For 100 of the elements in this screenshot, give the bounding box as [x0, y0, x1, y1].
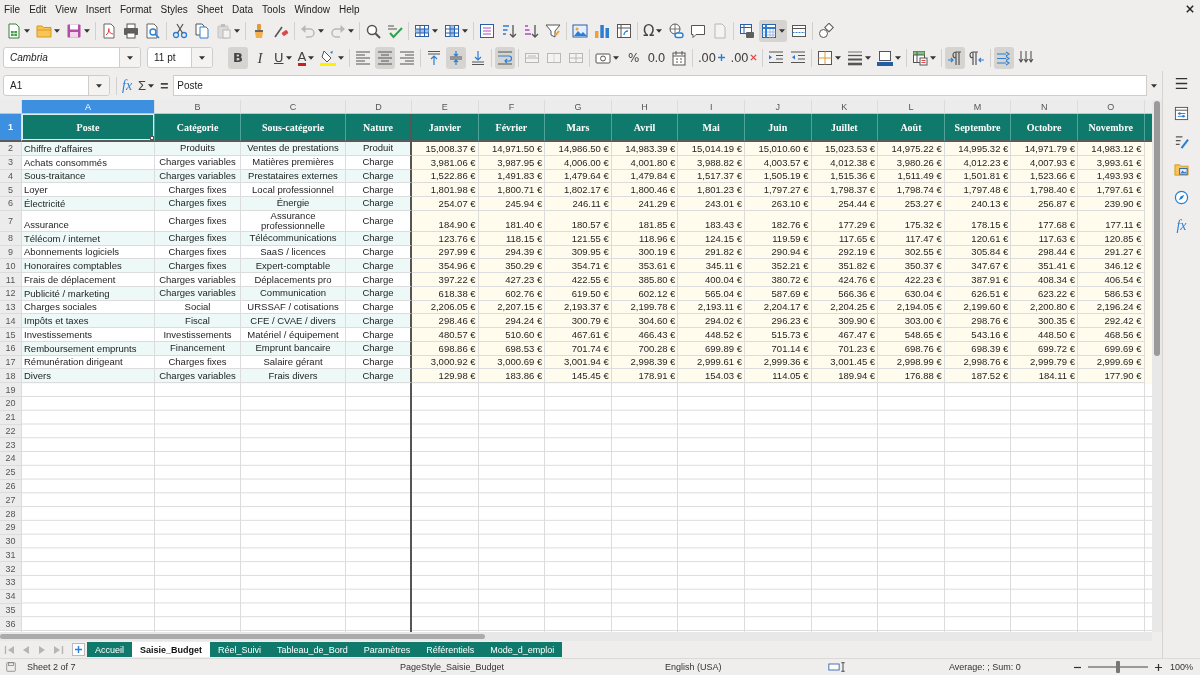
function-wizard-button[interactable]: fx: [120, 74, 135, 97]
zoom-level[interactable]: 100%: [1170, 662, 1194, 672]
add-sheet-button[interactable]: [72, 643, 85, 656]
column-letter[interactable]: I: [678, 100, 745, 114]
row-number[interactable]: 36: [0, 617, 22, 632]
vertical-scrollbar[interactable]: [1152, 100, 1162, 632]
row-number[interactable]: 15: [0, 328, 22, 342]
column-letter[interactable]: J: [744, 100, 812, 114]
menu-item[interactable]: Help: [339, 3, 360, 15]
row-number[interactable]: 24: [0, 452, 22, 466]
row-number[interactable]: 32: [0, 562, 22, 576]
sheet-tab[interactable]: Référentiels: [418, 642, 483, 657]
column-letter[interactable]: K: [811, 100, 879, 114]
row-number[interactable]: 10: [0, 259, 22, 274]
font-name-field[interactable]: Cambria: [3, 47, 141, 68]
row-number[interactable]: 28: [0, 507, 22, 521]
column-letter[interactable]: N: [1011, 100, 1078, 114]
menu-item[interactable]: Styles: [160, 3, 188, 15]
font-size-field[interactable]: 11 pt: [147, 47, 213, 68]
row-number[interactable]: 18: [0, 369, 22, 384]
sheet-tab[interactable]: Accueil: [87, 642, 132, 657]
slider-thumb[interactable]: [1116, 661, 1120, 673]
sheet-tab[interactable]: Saisie_Budget: [132, 642, 211, 657]
image-folder-icon[interactable]: [1174, 162, 1189, 177]
font-color-button[interactable]: A: [295, 46, 317, 69]
compass-icon[interactable]: [1174, 190, 1189, 205]
add-decimal-button[interactable]: .00: [696, 46, 727, 69]
spreadsheet-grid[interactable]: [0, 100, 1152, 632]
left-to-right-button[interactable]: [945, 46, 966, 69]
menu-item[interactable]: Tools: [262, 3, 286, 15]
selection-mode-icon[interactable]: [827, 661, 847, 673]
column-letter[interactable]: E: [412, 100, 479, 114]
row-number[interactable]: 31: [0, 548, 22, 563]
row-number[interactable]: 20: [0, 397, 22, 411]
underline-button[interactable]: U: [272, 46, 294, 69]
scrollbar-thumb[interactable]: [1154, 101, 1160, 356]
row-number[interactable]: 19: [0, 383, 22, 397]
caret-icon: [54, 29, 60, 33]
horizontal-scrollbar[interactable]: [0, 632, 1152, 641]
sheet-tab[interactable]: Paramètres: [355, 642, 419, 657]
header-cell: Janvier: [412, 114, 479, 142]
column-letter[interactable]: M: [944, 100, 1012, 114]
row-number[interactable]: 6: [0, 197, 22, 211]
percent-button[interactable]: %: [623, 46, 644, 69]
menu-item[interactable]: Sheet: [196, 3, 223, 15]
language[interactable]: English (USA): [665, 662, 722, 672]
row-number[interactable]: 7: [0, 210, 22, 232]
pencil-lines-icon[interactable]: [1174, 134, 1189, 149]
column-letter[interactable]: D: [346, 100, 412, 114]
menu-item[interactable]: Data: [231, 3, 254, 15]
row-number[interactable]: 27: [0, 493, 22, 508]
scrollbar-thumb[interactable]: [0, 634, 485, 639]
center-vertically-button[interactable]: [446, 46, 467, 69]
column-letter[interactable]: B: [155, 100, 241, 114]
menu-item[interactable]: File: [4, 3, 21, 15]
column-letter[interactable]: H: [611, 100, 679, 114]
sliders-icon[interactable]: [1174, 106, 1189, 121]
menu-item[interactable]: Edit: [29, 3, 47, 15]
print-button[interactable]: [121, 20, 141, 42]
special-character-button[interactable]: Ω: [641, 20, 665, 42]
row-number[interactable]: 2: [0, 142, 22, 156]
formula-input[interactable]: Poste: [173, 75, 1147, 96]
menu-item[interactable]: Format: [119, 3, 152, 15]
table-cell: 350.29 €: [478, 259, 546, 274]
copy-button[interactable]: [192, 20, 212, 42]
fill-handle[interactable]: [150, 136, 154, 140]
italic-button[interactable]: I: [250, 46, 270, 69]
table-cell: 424.76 €: [811, 273, 879, 287]
menu-item[interactable]: Window: [294, 3, 330, 15]
expand-icon[interactable]: [1151, 83, 1157, 88]
column-letter[interactable]: G: [545, 100, 612, 114]
freeze-button[interactable]: [759, 20, 788, 42]
delete-decimal-button[interactable]: .00: [728, 46, 760, 69]
row-number[interactable]: 14: [0, 314, 22, 329]
zoom-in-icon[interactable]: [1155, 663, 1162, 671]
sheet-tab[interactable]: Tableau_de_Bord: [269, 642, 356, 657]
column-letter[interactable]: O: [1077, 100, 1145, 114]
bold-button[interactable]: B: [228, 46, 248, 69]
column-letter[interactable]: L: [878, 100, 945, 114]
close-icon[interactable]: [1186, 5, 1194, 13]
sum-button[interactable]: Σ: [136, 74, 157, 97]
number-format-button[interactable]: 0.0: [645, 46, 667, 69]
horizontal-text-button[interactable]: [994, 46, 1015, 69]
column-letter[interactable]: C: [241, 100, 346, 114]
table-cell: 240.13 €: [944, 197, 1012, 211]
name-box[interactable]: A1: [3, 75, 110, 96]
row-number[interactable]: 23: [0, 438, 22, 453]
menu-icon[interactable]: [1175, 77, 1188, 90]
row-number[interactable]: 11: [0, 273, 22, 287]
column-letter[interactable]: F: [478, 100, 546, 114]
sheet-tab[interactable]: Mode_d_emploi: [482, 642, 563, 657]
wrap-text-button[interactable]: [495, 46, 516, 69]
row-number[interactable]: 5: [0, 183, 22, 198]
menu-item[interactable]: View: [55, 3, 77, 15]
formula-button[interactable]: =: [158, 74, 171, 97]
table-cell: 354.71 €: [545, 259, 612, 274]
menu-item[interactable]: Insert: [85, 3, 111, 15]
table-cell: 548.65 €: [878, 328, 945, 342]
functions-button[interactable]: fx: [1174, 218, 1189, 234]
sheet-tab[interactable]: Réel_Suivi: [210, 642, 270, 657]
